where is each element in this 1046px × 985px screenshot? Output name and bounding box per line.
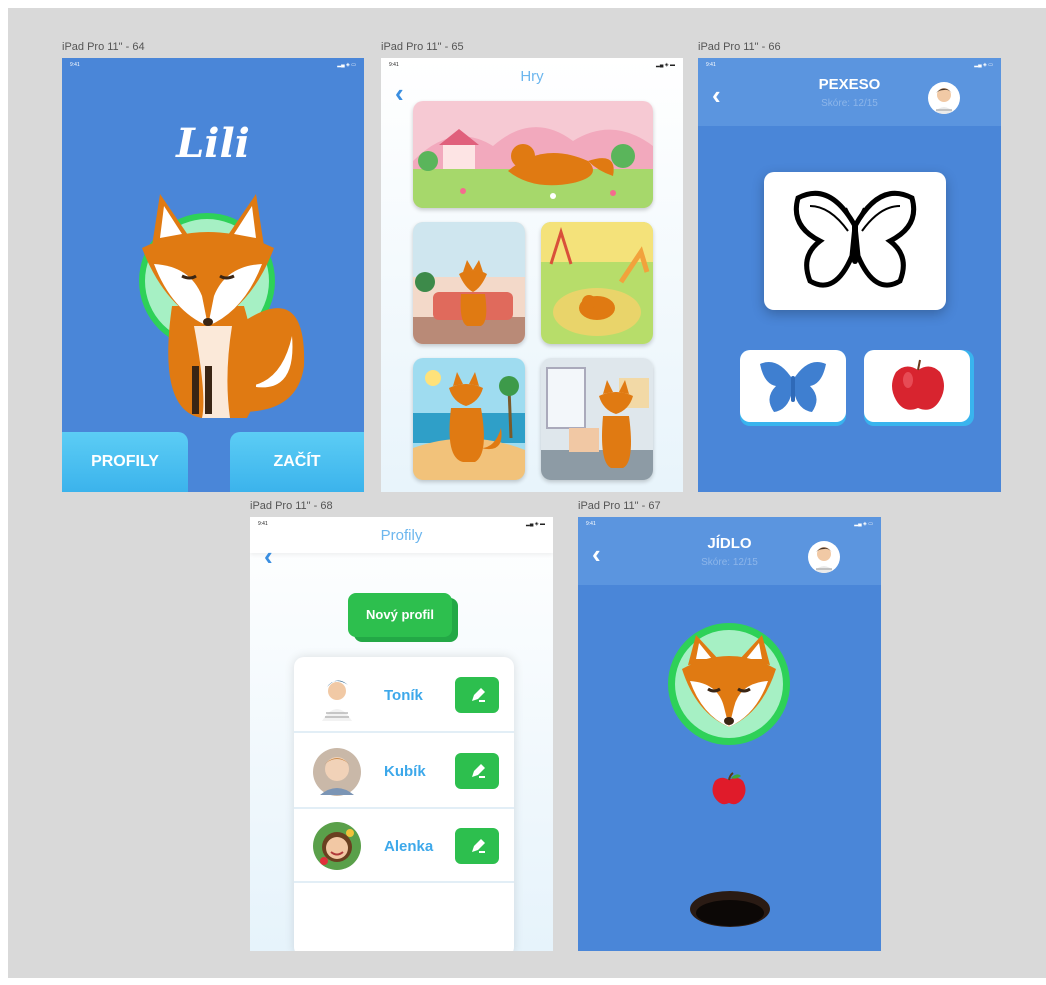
frame-label-profiles: iPad Pro 11" - 68 (250, 500, 333, 512)
status-icons: ▂▄ ◈ ▭ (337, 62, 356, 68)
game-tile-playground[interactable] (541, 222, 653, 344)
meadow-scene (413, 101, 653, 208)
status-icons: ▂▄ ◈ ▭ (854, 521, 873, 527)
profile-name: Toník (384, 687, 423, 704)
hole-icon (690, 891, 770, 927)
avatar-icon[interactable] (808, 541, 840, 573)
back-chevron-icon[interactable]: ‹ (395, 80, 404, 106)
frame-profiles: 9:41 ▂▄ ◈ ▬ Profily ‹ Nový profil Toník (250, 517, 553, 951)
apple-icon (892, 359, 944, 410)
question-card (764, 172, 946, 310)
fox-head-icon[interactable] (666, 621, 792, 747)
edit-pencil-icon[interactable] (455, 828, 499, 864)
frame-label-pexeso: iPad Pro 11" - 66 (698, 41, 781, 53)
page-title: Profily (380, 527, 423, 544)
start-button[interactable]: ZAČÍT (230, 432, 364, 492)
game-tile-meadow[interactable] (413, 101, 653, 208)
answer-card-apple[interactable] (864, 350, 970, 422)
avatar-icon (322, 680, 352, 721)
profiles-button[interactable]: PROFILY (62, 432, 188, 492)
frame-games: 9:41 ▂▄ ◈ ▬ Hry ‹ (381, 58, 683, 492)
status-bar: 9:41 ▂▄ ◈ ▭ (698, 58, 1001, 70)
living-room-scene (413, 222, 525, 344)
game-tile-beach[interactable] (413, 358, 525, 480)
frame-food: 9:41 ▂▄ ◈ ▭ ‹ JÍDLO Skóre: 12/15 (578, 517, 881, 951)
beach-scene (413, 358, 525, 480)
status-time: 9:41 (586, 521, 596, 527)
status-bar: 9:41 ▂▄ ◈ ▭ (578, 517, 881, 529)
list-item[interactable]: Kubík (294, 735, 514, 809)
apple-icon[interactable] (711, 772, 747, 806)
edit-pencil-icon[interactable] (455, 753, 499, 789)
back-chevron-icon[interactable]: ‹ (264, 543, 273, 569)
page-title: Hry (520, 68, 544, 85)
avatar-icon (313, 748, 361, 796)
frame-label-home: iPad Pro 11" - 64 (62, 41, 145, 53)
game-tile-bedroom[interactable] (541, 358, 653, 480)
design-canvas: iPad Pro 11" - 64 9:41 ▂▄ ◈ ▭ Lili PROFI… (8, 8, 1046, 978)
avatar-icon[interactable] (928, 82, 960, 114)
frame-label-food: iPad Pro 11" - 67 (578, 500, 661, 512)
status-bar: 9:41 ▂▄ ◈ ▭ (62, 58, 364, 70)
avatar-icon (313, 822, 361, 870)
playground-scene (541, 222, 653, 344)
bedroom-scene (541, 358, 653, 480)
status-icons: ▂▄ ◈ ▭ (974, 62, 993, 68)
edit-pencil-icon[interactable] (455, 677, 499, 713)
butterfly-icon (793, 191, 917, 288)
frame-pexeso: 9:41 ▂▄ ◈ ▭ ‹ PEXESO Skóre: 12/15 (698, 58, 1001, 492)
status-time: 9:41 (706, 62, 716, 68)
profile-name: Kubík (384, 763, 426, 780)
fox-illustration (139, 194, 305, 418)
new-profile-button[interactable]: Nový profil (348, 593, 452, 637)
list-item[interactable]: Toník (294, 657, 514, 733)
profile-list: Toník Kubík Alenka (294, 657, 514, 951)
butterfly-silhouette-icon (760, 362, 826, 412)
app-logo: Lili (176, 120, 250, 167)
frame-home: 9:41 ▂▄ ◈ ▭ Lili PROFILY ZAČÍT (62, 58, 364, 492)
status-time: 9:41 (70, 62, 80, 68)
list-item[interactable]: Alenka (294, 811, 514, 883)
frame-label-games: iPad Pro 11" - 65 (381, 41, 464, 53)
answer-card-butterfly[interactable] (740, 350, 846, 422)
profile-name: Alenka (384, 838, 434, 855)
game-tile-living-room[interactable] (413, 222, 525, 344)
